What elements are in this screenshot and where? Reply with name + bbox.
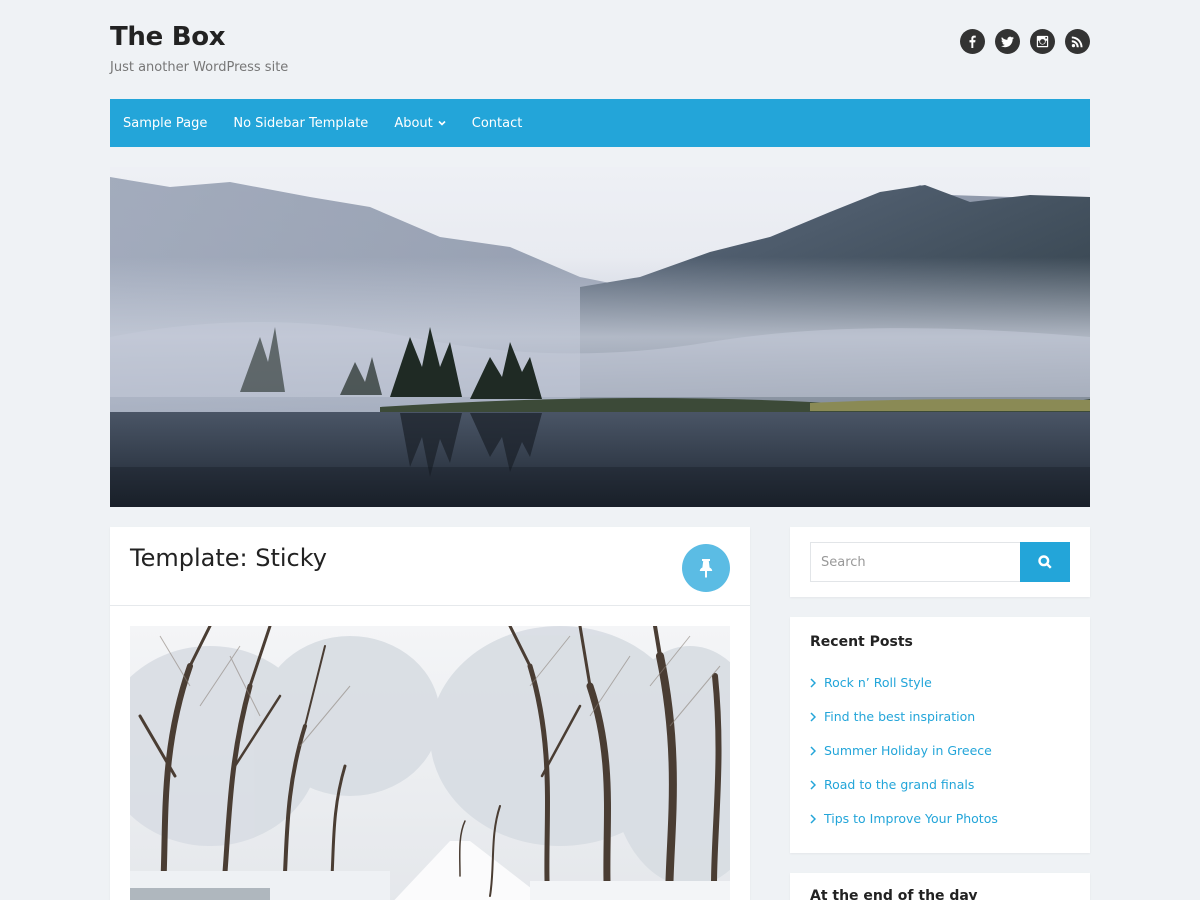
nav-item-sample-page[interactable]: Sample Page — [123, 116, 207, 131]
chevron-down-icon — [438, 119, 446, 127]
recent-post-link[interactable]: Tips to Improve Your Photos — [824, 811, 998, 826]
nav-item-label: About — [394, 115, 433, 131]
list-item: Tips to Improve Your Photos — [810, 811, 998, 845]
recent-post-link[interactable]: Summer Holiday in Greece — [824, 743, 992, 758]
search-widget — [790, 527, 1090, 597]
chevron-right-icon — [810, 678, 820, 688]
chevron-right-icon — [810, 780, 820, 790]
page-wrapper: The Box Just another WordPress site Samp… — [110, 0, 1090, 900]
nav-item-label: No Sidebar Template — [233, 115, 369, 131]
pin-icon — [682, 544, 730, 592]
search-button[interactable] — [1020, 542, 1070, 582]
site-description: Just another WordPress site — [110, 60, 289, 75]
nav-item-label: Sample Page — [123, 115, 208, 131]
facebook-icon[interactable] — [960, 29, 985, 54]
list-item: Road to the grand finals — [810, 777, 998, 811]
recent-post-link[interactable]: Find the best inspiration — [824, 709, 975, 724]
widget-title: Recent Posts — [810, 634, 913, 650]
list-item: Summer Holiday in Greece — [810, 743, 998, 777]
sticky-post: Template: Sticky — [110, 527, 750, 900]
recent-posts-widget: Recent Posts Rock n’ Roll Style Find the… — [790, 617, 1090, 853]
search-icon — [1038, 555, 1052, 569]
recent-post-link[interactable]: Rock n’ Roll Style — [824, 675, 932, 690]
chevron-right-icon — [810, 712, 820, 722]
search-input[interactable] — [810, 542, 1021, 582]
rss-icon[interactable] — [1065, 29, 1090, 54]
recent-posts-list: Rock n’ Roll Style Find the best inspira… — [810, 675, 998, 845]
recent-post-link[interactable]: Road to the grand finals — [824, 777, 974, 792]
featured-image[interactable] — [130, 626, 730, 900]
social-links — [960, 29, 1090, 54]
list-item: Find the best inspiration — [810, 709, 998, 743]
twitter-icon[interactable] — [995, 29, 1020, 54]
post-title[interactable]: Template: Sticky — [130, 544, 327, 572]
nav-item-contact[interactable]: Contact — [472, 116, 523, 131]
header-image — [110, 167, 1090, 507]
list-item: Rock n’ Roll Style — [810, 675, 998, 709]
nav-item-no-sidebar-template[interactable]: No Sidebar Template — [233, 116, 368, 131]
post-header: Template: Sticky — [110, 527, 750, 606]
widget-title: At the end of the day — [810, 888, 978, 900]
nav-item-about[interactable]: About — [394, 115, 446, 131]
main-navigation: Sample Page No Sidebar Template About Co… — [110, 99, 1090, 147]
instagram-icon[interactable] — [1030, 29, 1055, 54]
text-widget: At the end of the day — [790, 873, 1090, 900]
site-title[interactable]: The Box — [110, 22, 226, 52]
chevron-right-icon — [810, 814, 820, 824]
nav-item-label: Contact — [471, 115, 523, 131]
chevron-right-icon — [810, 746, 820, 756]
